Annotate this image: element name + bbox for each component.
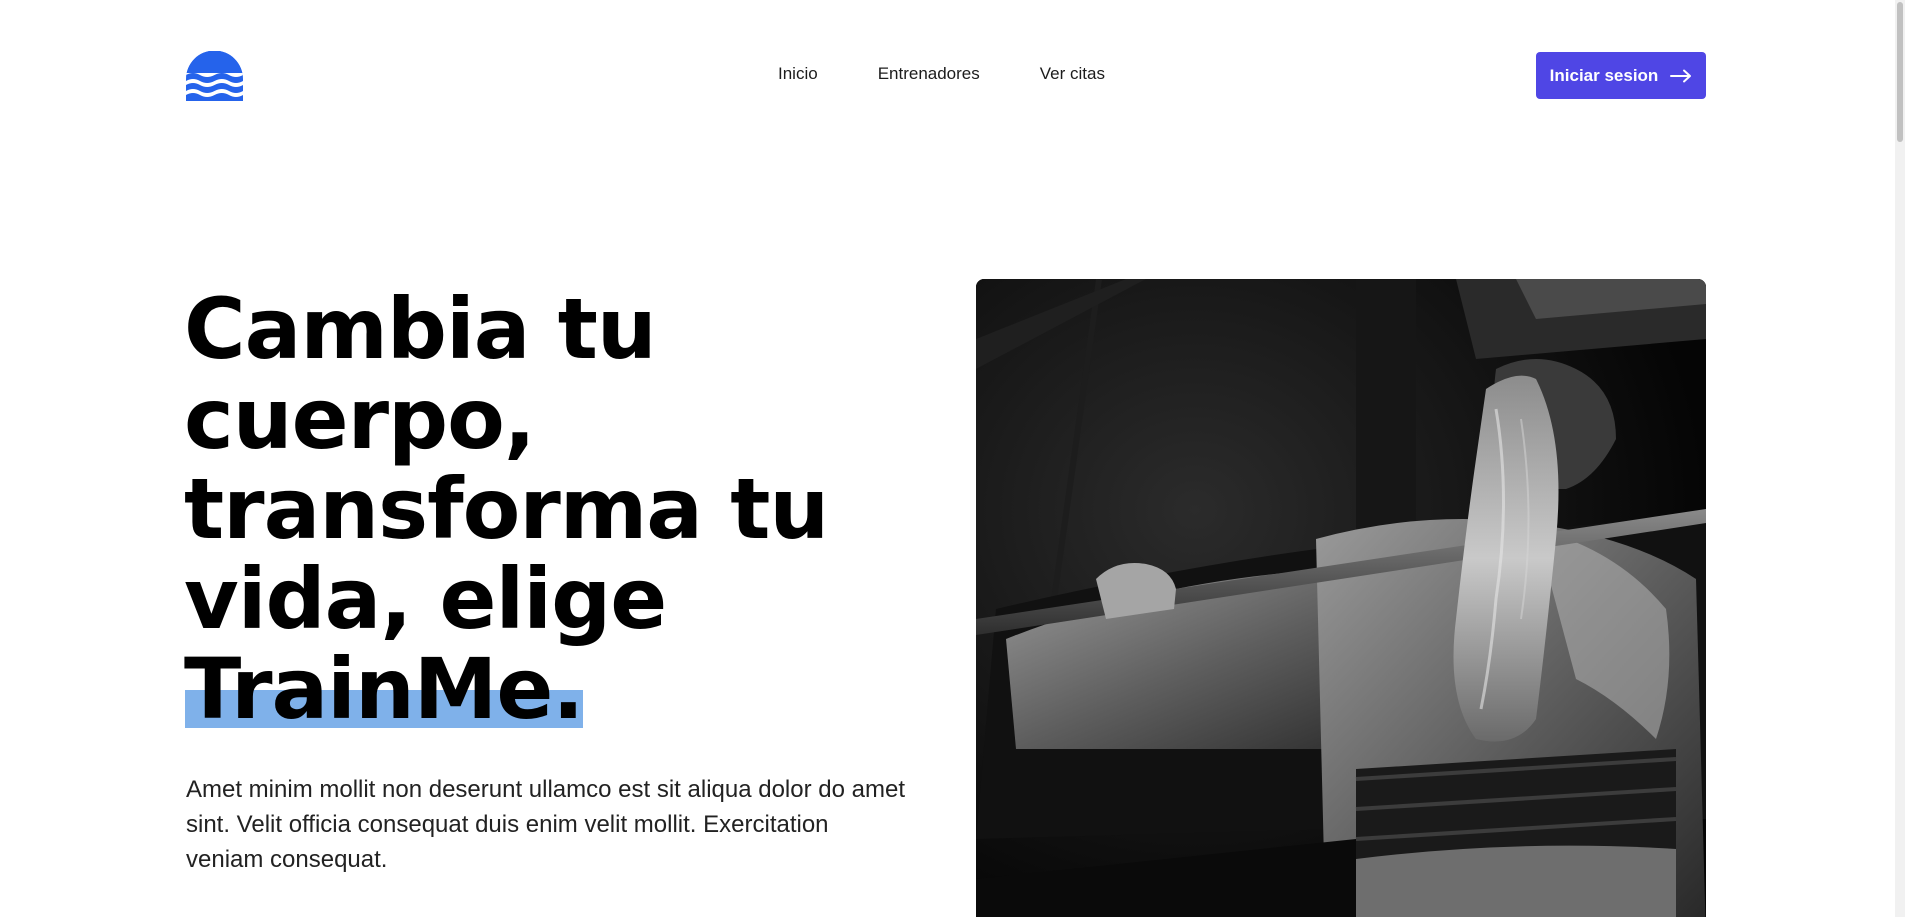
hero-title-line-3: transforma tu	[184, 460, 829, 558]
nav-inicio-link[interactable]: Inicio	[778, 64, 818, 84]
hero-photo	[976, 279, 1706, 917]
scrollbar-thumb[interactable]	[1897, 2, 1903, 142]
main-nav: Inicio Entrenadores Ver citas	[778, 64, 1105, 84]
waves-logo-icon[interactable]	[186, 51, 243, 101]
nav-ver-citas-link[interactable]: Ver citas	[1040, 64, 1105, 84]
page-scrollbar[interactable]	[1895, 0, 1905, 917]
hero-title-line-1: Cambia tu	[184, 280, 657, 378]
hero-title-highlight: TrainMe.	[184, 640, 584, 738]
site-header: Inicio Entrenadores Ver citas Iniciar se…	[0, 0, 1895, 150]
hero-description: Amet minim mollit non deserunt ullamco e…	[186, 776, 905, 873]
arrow-right-icon	[1670, 69, 1692, 82]
hero-title-line-4: vida, elige	[184, 550, 667, 648]
login-button-label: Iniciar sesion	[1549, 65, 1659, 85]
hero-title: Cambia tu cuerpo, transforma tu vida, el…	[184, 284, 904, 734]
nav-entrenadores-link[interactable]: Entrenadores	[878, 64, 980, 84]
page: Inicio Entrenadores Ver citas Iniciar se…	[0, 0, 1895, 917]
athlete-photo	[976, 279, 1706, 917]
login-button[interactable]: Iniciar sesion	[1536, 52, 1706, 99]
hero-title-line-2: cuerpo,	[184, 370, 536, 468]
